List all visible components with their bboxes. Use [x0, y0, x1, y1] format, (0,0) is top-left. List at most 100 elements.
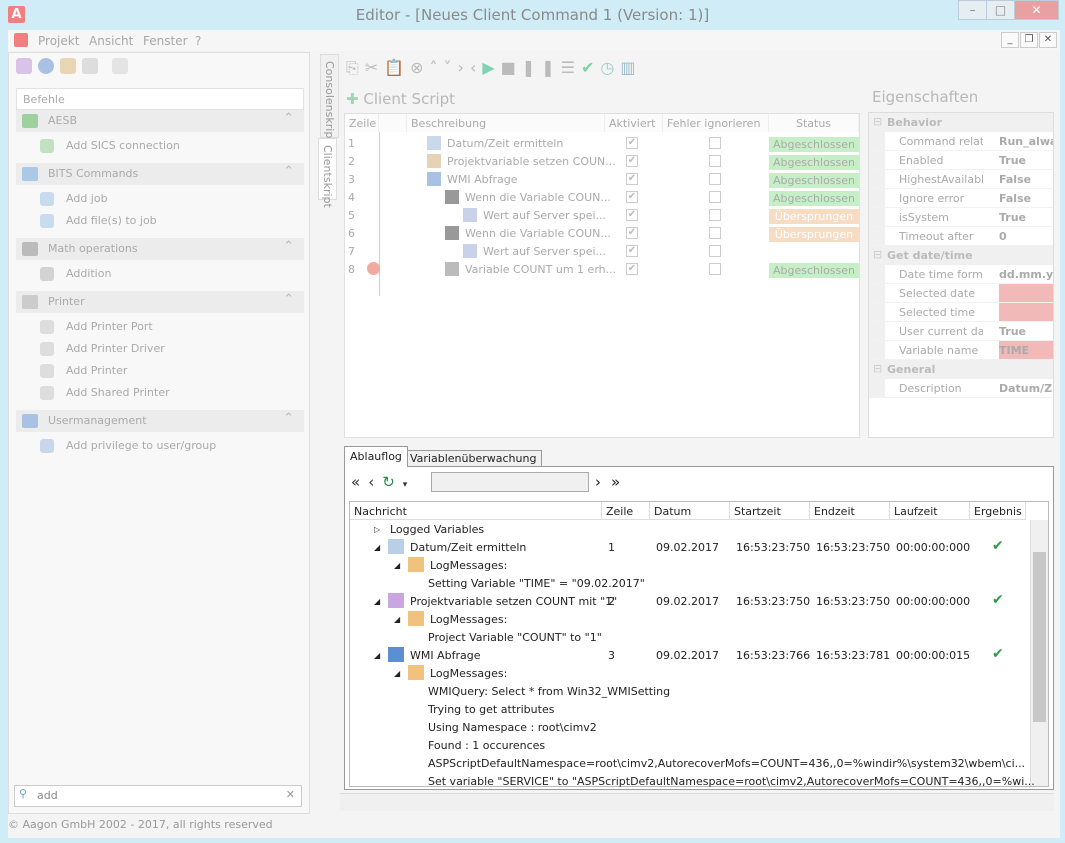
expand-toggle-icon[interactable]: ◢: [394, 615, 400, 624]
property-value[interactable]: [999, 284, 1053, 302]
mdi-minimize-button[interactable]: _: [1001, 32, 1019, 48]
ignore-error-checkbox[interactable]: [709, 245, 721, 257]
ignore-error-checkbox[interactable]: [709, 173, 721, 185]
property-row[interactable]: Date time formatdd.mm.y: [869, 265, 1053, 284]
property-category[interactable]: Behavior: [869, 113, 1053, 132]
column-header[interactable]: Zeile: [602, 502, 650, 520]
column-header[interactable]: [379, 114, 407, 132]
log-row[interactable]: ◢ LogMessages:: [350, 664, 1030, 682]
mdi-close-button[interactable]: ✕: [1039, 32, 1057, 48]
active-checkbox[interactable]: ✔: [626, 155, 638, 167]
refresh-icon[interactable]: ↻: [382, 473, 403, 491]
property-value[interactable]: True: [983, 208, 1053, 226]
property-row[interactable]: Command relationRun_alwa: [869, 132, 1053, 151]
menu-fenster[interactable]: Fenster: [143, 34, 188, 48]
expand-toggle-icon[interactable]: ◢: [374, 597, 380, 606]
group-usermanagement[interactable]: Usermanagement ⌃: [16, 410, 304, 432]
property-row[interactable]: HighestAvailableRigFalse: [869, 170, 1053, 189]
property-value[interactable]: False: [983, 189, 1053, 207]
tab-clientskript[interactable]: Clientskript: [318, 138, 337, 208]
active-checkbox[interactable]: ✔: [626, 137, 638, 149]
down-icon[interactable]: ˅: [444, 58, 458, 77]
command-item[interactable]: Add SICS connection: [16, 135, 304, 157]
log-row[interactable]: ◢ LogMessages:: [350, 610, 1030, 628]
ignore-error-checkbox[interactable]: [709, 137, 721, 149]
property-row[interactable]: Enabled True: [869, 151, 1053, 170]
stats-icon[interactable]: ▥: [620, 58, 641, 77]
variable-icon[interactable]: [60, 58, 76, 74]
column-header[interactable]: Aktiviert: [605, 114, 663, 132]
ignore-error-checkbox[interactable]: [709, 263, 721, 275]
project-icon[interactable]: [38, 58, 54, 74]
command-item[interactable]: Add Shared Printer: [16, 382, 304, 404]
save-icon[interactable]: [16, 58, 32, 74]
property-row[interactable]: isSystem True: [869, 208, 1053, 227]
copy-icon[interactable]: ⎘: [346, 58, 365, 77]
group-bits-commands[interactable]: BITS Commands ⌃: [16, 163, 304, 185]
list-view-icon[interactable]: [112, 58, 128, 74]
prev-icon[interactable]: ‹: [368, 473, 382, 491]
collapse-chevron-icon[interactable]: ⌃: [283, 239, 294, 254]
check-icon[interactable]: ✔: [581, 58, 600, 77]
property-value[interactable]: TIME: [999, 341, 1053, 359]
run-icon[interactable]: ▶: [482, 58, 500, 77]
paste-icon[interactable]: 📋: [384, 58, 410, 77]
log-row[interactable]: Setting Variable "TIME" = "09.02.2017": [350, 574, 1030, 592]
scroll-thumb[interactable]: [1033, 552, 1046, 722]
pause-icon[interactable]: ❚❚: [522, 58, 561, 77]
group-printer[interactable]: Printer ⌃: [16, 291, 304, 313]
command-item[interactable]: Add Printer Port: [16, 316, 304, 338]
script-row[interactable]: 1 Datum/Zeit ermitteln ✔ Abgeschlossen: [345, 134, 859, 152]
property-row[interactable]: Selected time: [869, 303, 1053, 322]
log-row[interactable]: ◢ WMI Abfrage 3 09.02.2017 16:53:23:766 16:53…: [350, 646, 1030, 664]
ignore-error-checkbox[interactable]: [709, 191, 721, 203]
column-header[interactable]: Startzeit: [730, 502, 810, 520]
active-checkbox[interactable]: ✔: [626, 263, 638, 275]
menu-ansicht[interactable]: Ansicht: [89, 34, 133, 48]
column-header[interactable]: Ergebnis: [970, 502, 1026, 520]
property-value[interactable]: True: [983, 322, 1053, 340]
log-row[interactable]: ASPScriptDefaultNamespace=root\cimv2,Aut…: [350, 754, 1030, 772]
property-value[interactable]: Datum/Z: [983, 379, 1053, 397]
command-item[interactable]: Add privilege to user/group: [16, 435, 304, 457]
log-row[interactable]: ◢ Projektvariable setzen COUNT mit "1" 2 09…: [350, 592, 1030, 610]
script-row[interactable]: 7 Wert auf Server spei... ✔: [345, 242, 859, 260]
property-value[interactable]: False: [983, 170, 1053, 188]
expand-toggle-icon[interactable]: ◢: [374, 543, 380, 552]
log-row[interactable]: Found : 1 occurences: [350, 736, 1030, 754]
active-checkbox[interactable]: ✔: [626, 209, 638, 221]
log-row[interactable]: Set variable "SERVICE" to "ASPScriptDefa…: [350, 772, 1035, 790]
menu-projekt[interactable]: Projekt: [38, 34, 79, 48]
cut-icon[interactable]: ✂: [365, 58, 384, 77]
property-value[interactable]: [999, 303, 1053, 321]
expand-toggle-icon[interactable]: ◢: [394, 669, 400, 678]
log-row[interactable]: ▷ Logged Variables: [350, 520, 1030, 538]
script-row[interactable]: 4 Wenn die Variable COUN... ✔ Abgeschlossen: [345, 188, 859, 206]
property-value[interactable]: dd.mm.y: [983, 265, 1053, 283]
script-row[interactable]: 6 Wenn die Variable COUN... ✔ Übersprungen: [345, 224, 859, 242]
panel-icon[interactable]: [82, 58, 98, 74]
expand-toggle-icon[interactable]: ▷: [374, 525, 380, 534]
outdent-icon[interactable]: ‹: [470, 58, 482, 77]
mdi-restore-button[interactable]: ❐: [1020, 32, 1038, 48]
dropdown-icon[interactable]: ▾: [403, 480, 416, 490]
command-search-input[interactable]: ⚲ add ✕: [14, 785, 302, 807]
active-checkbox[interactable]: ✔: [626, 191, 638, 203]
log-filter-input[interactable]: [431, 472, 589, 492]
column-header[interactable]: Status: [769, 114, 859, 132]
script-row[interactable]: 8 Variable COUNT um 1 erh... ✔ Abgeschlosse…: [345, 260, 859, 278]
close-button[interactable]: ✕: [1014, 0, 1059, 20]
tab-variablenueberwachung[interactable]: Variablenüberwachung: [404, 450, 543, 466]
collapse-chevron-icon[interactable]: ⌃: [283, 111, 294, 126]
property-row[interactable]: Timeout after 0: [869, 227, 1053, 246]
stop-icon[interactable]: ■: [501, 58, 522, 77]
property-row[interactable]: Ignore error False: [869, 189, 1053, 208]
property-category[interactable]: Get date/time: [869, 246, 1053, 265]
property-row[interactable]: Description Datum/Z: [869, 379, 1053, 398]
property-value[interactable]: True: [983, 151, 1053, 169]
active-checkbox[interactable]: ✔: [626, 173, 638, 185]
log-scrollbar[interactable]: [1030, 520, 1048, 786]
property-category[interactable]: General: [869, 360, 1053, 379]
last-icon[interactable]: »: [611, 473, 630, 491]
script-row[interactable]: 5 Wert auf Server spei... ✔ Übersprungen: [345, 206, 859, 224]
